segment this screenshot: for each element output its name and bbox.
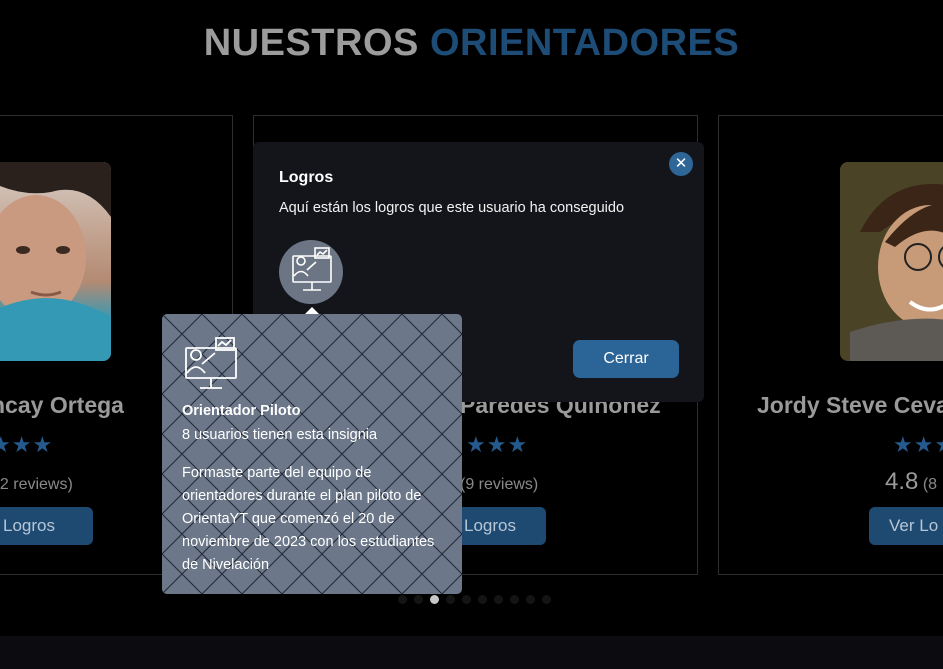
section-title: NUESTROS ORIENTADORES bbox=[0, 22, 943, 65]
carousel-dot[interactable] bbox=[510, 595, 519, 604]
carousel-dot[interactable] bbox=[542, 595, 551, 604]
rating-value: 4.8 bbox=[885, 468, 919, 495]
title-word-1: NUESTROS bbox=[203, 22, 419, 64]
carousel-dot[interactable] bbox=[526, 595, 535, 604]
rating-stars: ★★★ bbox=[893, 432, 943, 457]
carousel-dot[interactable] bbox=[494, 595, 503, 604]
cerrar-button[interactable]: Cerrar bbox=[573, 340, 679, 378]
rating-summary: 4.8 (8 bbox=[885, 468, 937, 496]
badge-users-count: 8 usuarios tienen esta insignia bbox=[182, 427, 378, 443]
avatar bbox=[0, 162, 111, 361]
footer-band bbox=[0, 636, 943, 669]
carousel-dot[interactable] bbox=[478, 595, 487, 604]
rating-stars: ★★★ bbox=[466, 432, 529, 457]
modal-description: Aquí están los logros que este usuario h… bbox=[279, 200, 625, 216]
title-word-2: ORIENTADORES bbox=[429, 22, 740, 64]
orientador-piloto-icon bbox=[182, 336, 242, 399]
carousel-dots bbox=[398, 595, 551, 604]
badge-orientador-piloto-icon[interactable] bbox=[279, 240, 343, 304]
carousel-dot[interactable] bbox=[462, 595, 471, 604]
badge-tooltip: Orientador Piloto 8 usuarios tienen esta… bbox=[162, 314, 462, 594]
tooltip-arrow bbox=[305, 307, 319, 314]
logros-button[interactable]: Ver Lo bbox=[869, 507, 943, 545]
modal-title: Logros bbox=[279, 169, 334, 186]
close-icon[interactable]: ✕ bbox=[669, 152, 693, 176]
orientador-name: Jordy Steve Ceva bbox=[757, 392, 943, 418]
badge-description: Formaste parte del equipo de orientadore… bbox=[182, 465, 435, 573]
orientador-card-right: Jordy Steve Ceva ★★★ 4.8 (8 Ver Lo bbox=[718, 115, 943, 575]
carousel-dot[interactable] bbox=[398, 595, 407, 604]
avatar bbox=[840, 162, 943, 361]
reviews-count: 12 reviews) bbox=[0, 476, 73, 493]
reviews-count: (8 bbox=[922, 476, 938, 493]
logros-button[interactable]: Logros bbox=[0, 507, 93, 545]
reviews-count: (9 reviews) bbox=[460, 476, 539, 493]
rating-stars: ★★★ bbox=[0, 432, 54, 457]
carousel-dot[interactable] bbox=[414, 595, 423, 604]
orientador-name: ncay Ortega bbox=[0, 392, 124, 418]
badge-name: Orientador Piloto bbox=[182, 403, 301, 419]
carousel-dot[interactable] bbox=[430, 595, 439, 604]
carousel-dot[interactable] bbox=[446, 595, 455, 604]
